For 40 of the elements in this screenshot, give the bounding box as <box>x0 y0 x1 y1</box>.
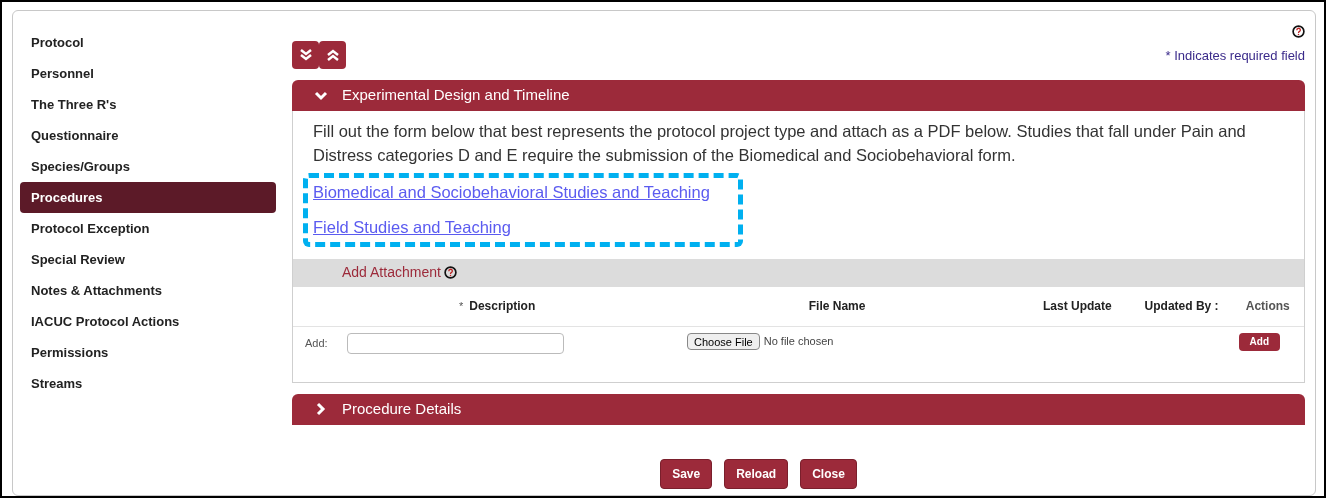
sidebar-item[interactable]: Procedures <box>20 182 276 213</box>
column-header: Updated By : <box>1144 298 1219 315</box>
sidebar-item[interactable]: Protocol <box>20 27 276 58</box>
collapse-all-button[interactable] <box>319 41 346 69</box>
document-link[interactable]: Field Studies and Teaching <box>313 214 511 240</box>
column-header: File Name <box>808 298 866 315</box>
description-input[interactable] <box>347 332 564 354</box>
required-note: * Indicates required field <box>1165 47 1305 65</box>
sidebar-item[interactable]: Special Review <box>20 244 276 275</box>
column-header: Description <box>469 298 536 315</box>
action-button[interactable]: Close <box>800 458 857 489</box>
help-icon[interactable] <box>1292 25 1305 38</box>
column-header: Actions <box>1245 298 1290 315</box>
file-status: No file chosen <box>763 333 834 349</box>
sidebar-item[interactable]: Questionnaire <box>20 120 276 151</box>
column-header: Last Update <box>1043 298 1112 315</box>
add-button[interactable]: Add <box>1238 332 1280 351</box>
row-label: Add: <box>305 335 329 351</box>
sidebar-item[interactable]: Personnel <box>20 58 276 89</box>
section-title: Experimental Design and Timeline <box>342 85 570 106</box>
sidebar-item[interactable]: Streams <box>20 368 276 399</box>
chevron-right-icon <box>314 402 328 416</box>
section-header[interactable]: Experimental Design and Timeline <box>292 80 1305 111</box>
document-link[interactable]: Biomedical and Sociobehavioral Studies and Teaching <box>313 180 710 205</box>
section-title: Procedure Details <box>342 398 462 419</box>
sidebar-item[interactable]: Protocol Exception <box>20 213 276 244</box>
required-marker: * <box>458 298 464 314</box>
section-header[interactable]: Procedure Details <box>292 393 1305 425</box>
add-attachment-title: Add Attachment <box>342 263 441 282</box>
sidebar-item[interactable]: The Three R's <box>20 89 276 120</box>
sidebar-item[interactable]: Species/Groups <box>20 151 276 182</box>
expand-all-button[interactable] <box>292 41 319 69</box>
choose-file-button[interactable]: Choose File <box>687 332 760 350</box>
sidebar-item[interactable]: IACUC Protocol Actions <box>20 306 276 337</box>
sidebar-item[interactable]: Notes & Attachments <box>20 275 276 306</box>
sidebar-item[interactable]: Permissions <box>20 337 276 368</box>
help-icon[interactable] <box>443 266 457 279</box>
action-button[interactable]: Reload <box>724 458 789 489</box>
instructions-text: Fill out the form below that best represents the protocol project type and attach as a PDF below. Studies that fall under Pain and Distress categories D and E require the submission of the Biomedical and Sociobehavioral form. <box>312 121 1247 166</box>
action-button[interactable]: Save <box>660 458 713 489</box>
